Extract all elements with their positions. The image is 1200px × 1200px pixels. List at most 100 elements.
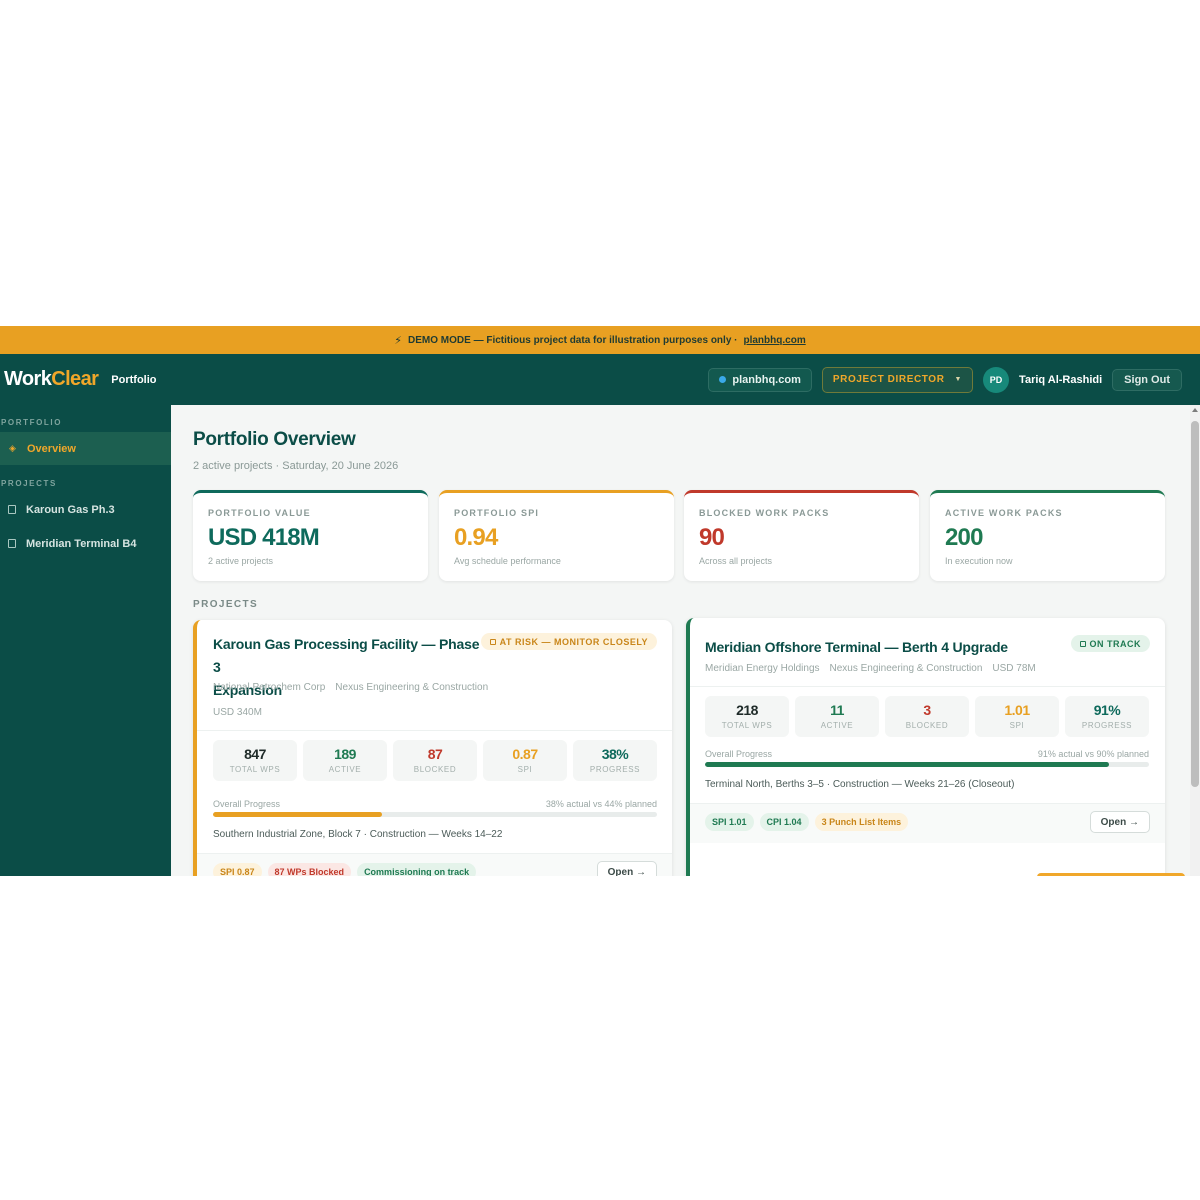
page-subtitle: 2 active projects · Saturday, 20 June 20…	[193, 460, 399, 472]
workclear-logo[interactable]: WorkClear	[4, 368, 99, 391]
open-project-button[interactable]: Open →	[1089, 811, 1150, 833]
metric-value: 91%	[1093, 702, 1121, 718]
metric-label: PROGRESS	[1081, 721, 1133, 730]
metric-active: 11 ACTIVE	[795, 696, 879, 737]
stat-value: 200	[945, 524, 983, 551]
project-title-line: Karoun Gas Processing Facility — Phase 3	[213, 636, 480, 675]
metric-label: TOTAL WPS	[229, 765, 281, 774]
sidebar-item-label: Karoun Gas Ph.3	[26, 503, 115, 516]
metric-value: 189	[334, 746, 356, 762]
project-metrics: 847 TOTAL WPS 189 ACTIVE 87 BLOCKED 0.87 SPI…	[213, 740, 657, 781]
status-badge-label: AT RISK — MONITOR CLOSELY	[499, 636, 648, 647]
project-client: National Petrochem Corp	[213, 682, 326, 693]
project-contractor: Nexus Engineering & Construction	[829, 663, 983, 674]
stat-card-portfolio-spi: PORTFOLIO SPI 0.94 Avg schedule performa…	[439, 490, 674, 581]
diamond-icon: ◈	[9, 443, 16, 453]
project-value: USD 78M	[992, 663, 1036, 674]
chip-cpi: CPI 1.04	[759, 813, 809, 831]
chip-spi: SPI 0.87	[213, 863, 262, 876]
metric-value: 3	[923, 702, 931, 718]
progress-fill	[705, 762, 1110, 767]
chip-punch-list: 3 Punch List Items	[814, 813, 909, 831]
demo-banner-link[interactable]: planbhq.com	[743, 335, 805, 346]
scroll-up-arrow-icon[interactable]	[1192, 408, 1198, 412]
project-meta: National Petrochem Corp Nexus Engineerin…	[213, 682, 488, 693]
metric-value: 847	[244, 746, 266, 762]
app-screen: ⚡ DEMO MODE — Fictitious project data fo…	[0, 326, 1200, 876]
project-chips: SPI 1.01 CPI 1.04 3 Punch List Items	[705, 813, 909, 831]
divider	[690, 686, 1165, 687]
stat-card-active-work-packs: ACTIVE WORK PACKS 200 In execution now	[930, 490, 1165, 581]
progress-bar	[705, 762, 1149, 767]
chip-blocked: 87 WPs Blocked	[267, 863, 352, 876]
metric-value: 218	[736, 702, 758, 718]
project-card-meridian[interactable]: Meridian Offshore Terminal — Berth 4 Upg…	[686, 618, 1165, 876]
metric-blocked: 87 BLOCKED	[393, 740, 477, 781]
metric-label: TOTAL WPS	[721, 721, 773, 730]
metric-spi: 1.01 SPI	[975, 696, 1059, 737]
scrollbar[interactable]	[1190, 405, 1200, 876]
metric-value: 0.87	[512, 746, 538, 762]
domain-chip[interactable]: planbhq.com	[708, 367, 812, 392]
stat-hint: Across all projects	[699, 556, 773, 566]
demo-banner: ⚡ DEMO MODE — Fictitious project data fo…	[0, 326, 1200, 354]
sidebar-heading-portfolio: PORTFOLIO	[1, 418, 63, 427]
chevron-down-icon: ▼	[954, 376, 963, 383]
progress-fill	[213, 812, 382, 817]
metric-total-wps: 847 TOTAL WPS	[213, 740, 297, 781]
project-client: Meridian Energy Holdings	[705, 663, 820, 674]
project-icon	[8, 505, 16, 514]
stat-value: USD 418M	[208, 524, 320, 551]
stat-card-blocked-work-packs: BLOCKED WORK PACKS 90 Across all project…	[684, 490, 919, 581]
sign-out-button[interactable]: Sign Out	[1112, 368, 1182, 391]
sidebar-item-label: Meridian Terminal B4	[26, 537, 137, 550]
role-label: PROJECT DIRECTOR	[832, 374, 945, 385]
status-badge: ON TRACK	[1070, 635, 1150, 652]
check-icon	[1079, 640, 1086, 647]
sidebar-item-karoun[interactable]: Karoun Gas Ph.3	[0, 493, 171, 526]
metric-blocked: 3 BLOCKED	[885, 696, 969, 737]
domain-chip-label: planbhq.com	[732, 373, 801, 386]
breadcrumb: Portfolio	[111, 373, 157, 386]
status-badge-label: ON TRACK	[1089, 638, 1141, 649]
avatar[interactable]: PD	[983, 366, 1010, 393]
metric-label: ACTIVE	[328, 765, 362, 774]
scrollbar-thumb[interactable]	[1191, 421, 1199, 787]
open-project-button[interactable]: Open →	[596, 861, 657, 876]
status-badge: AT RISK — MONITOR CLOSELY	[480, 633, 657, 650]
metric-label: PROGRESS	[589, 765, 641, 774]
sidebar-item-overview[interactable]: ◈ Overview	[0, 432, 171, 465]
projects-section-heading: PROJECTS	[193, 599, 259, 610]
metric-active: 189 ACTIVE	[303, 740, 387, 781]
progress-text: 91% actual vs 90% planned	[1037, 749, 1149, 759]
stat-label: ACTIVE WORK PACKS	[945, 508, 1063, 518]
metric-value: 1.01	[1004, 702, 1030, 718]
divider	[197, 730, 672, 731]
progress-label: Overall Progress	[705, 749, 773, 759]
project-card-karoun[interactable]: Karoun Gas Processing Facility — Phase 3…	[193, 620, 672, 876]
progress-labels: Overall Progress 91% actual vs 90% plann…	[705, 749, 1149, 759]
metric-label: SPI	[517, 765, 533, 774]
metric-value: 11	[830, 702, 844, 718]
stat-label: PORTFOLIO VALUE	[208, 508, 311, 518]
project-contractor: Nexus Engineering & Construction	[335, 682, 489, 693]
stat-label: PORTFOLIO SPI	[454, 508, 540, 518]
metric-total-wps: 218 TOTAL WPS	[705, 696, 789, 737]
top-header: WorkClear Portfolio planbhq.com PROJECT …	[0, 354, 1200, 405]
user-name: Tariq Al-Rashidi	[1019, 373, 1103, 386]
role-selector[interactable]: PROJECT DIRECTOR ▼	[821, 366, 974, 393]
sidebar-item-meridian[interactable]: Meridian Terminal B4	[0, 527, 171, 560]
metric-progress: 91% PROGRESS	[1065, 696, 1149, 737]
stat-value: 90	[699, 524, 725, 551]
sidebar-heading-projects: PROJECTS	[1, 479, 57, 488]
project-location: Southern Industrial Zone, Block 7 · Cons…	[213, 829, 503, 840]
metric-value: 87	[427, 746, 443, 762]
project-title[interactable]: Meridian Offshore Terminal — Berth 4 Upg…	[705, 636, 1045, 659]
progress-labels: Overall Progress 38% actual vs 44% plann…	[213, 799, 657, 809]
lightning-icon: ⚡	[394, 334, 403, 347]
chip-spi: SPI 1.01	[705, 813, 754, 831]
floating-panel-edge	[1037, 873, 1185, 876]
chip-commissioning: Commissioning on track	[357, 863, 477, 876]
project-meta-value: USD 340M	[213, 707, 262, 718]
sidebar: PORTFOLIO ◈ Overview PROJECTS Karoun Gas…	[0, 405, 171, 876]
